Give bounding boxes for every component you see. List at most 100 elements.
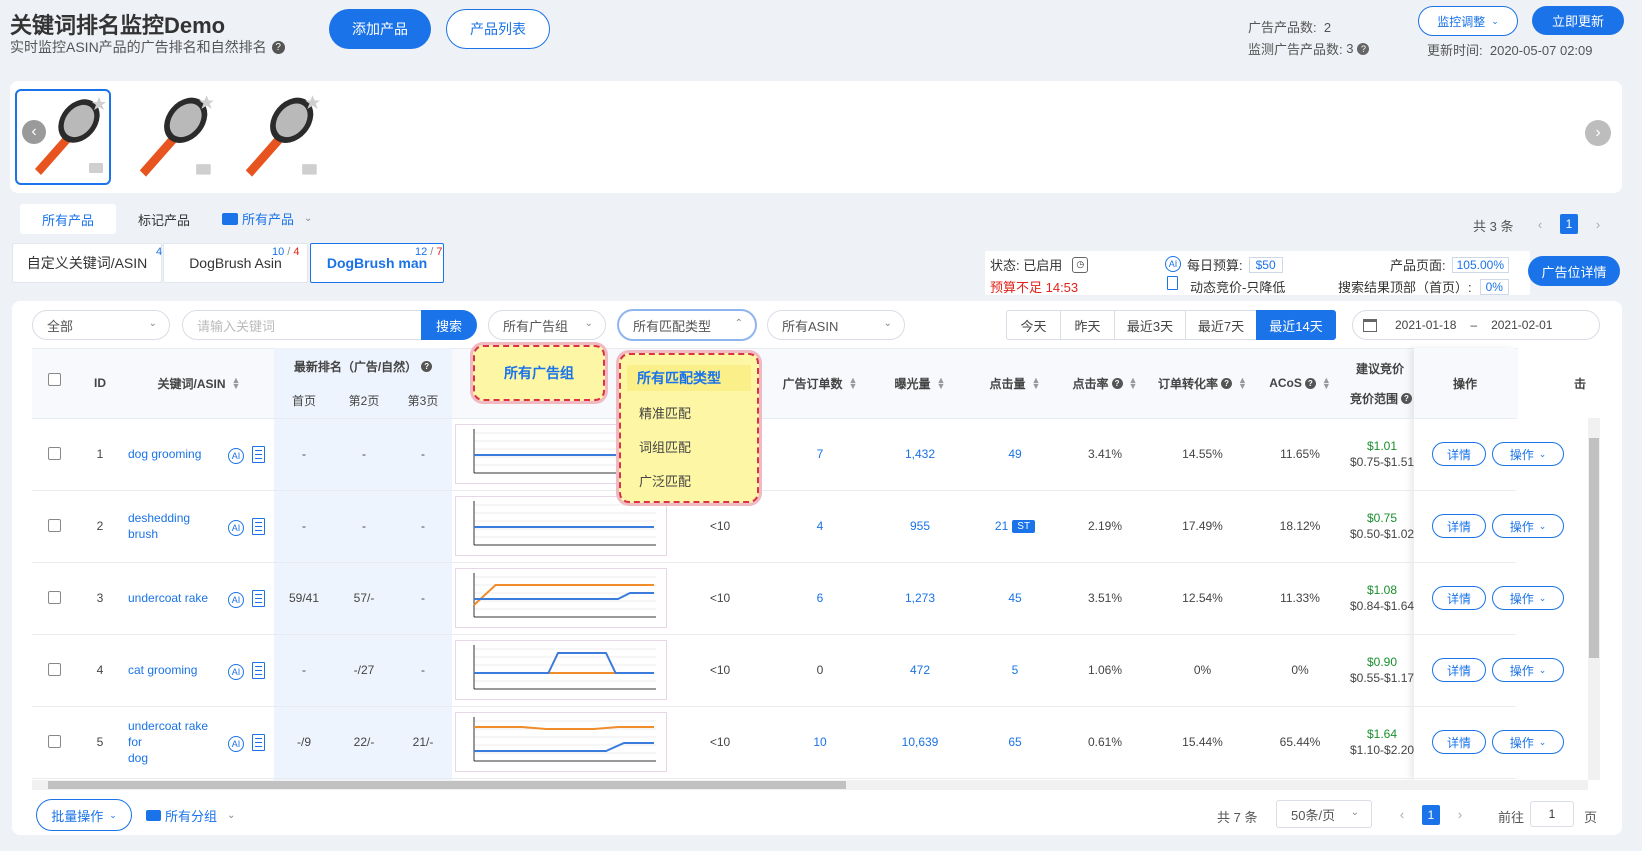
operate-dropdown[interactable]: 操作 ⌄ (1492, 586, 1564, 610)
date-last-7-days[interactable]: 最近7天 (1185, 310, 1257, 340)
header-impressions[interactable]: 曝光量 ▲ ▼ (870, 348, 970, 418)
sort-icon[interactable]: ▲ ▼ (1238, 376, 1247, 391)
detail-button[interactable]: 详情 (1432, 730, 1486, 754)
detail-button[interactable]: 详情 (1432, 658, 1486, 682)
header-cvr[interactable]: 订单转化率 ? ▲ ▼ (1150, 348, 1255, 418)
help-icon[interactable]: ? (1111, 377, 1123, 389)
document-icon[interactable] (252, 518, 265, 535)
impressions-value[interactable]: 1,432 (870, 418, 970, 490)
ad-placement-detail-button[interactable]: 广告位详情 (1528, 256, 1620, 286)
rank-trend-chart[interactable] (455, 496, 667, 556)
keyword-link[interactable]: deshedding brush (128, 490, 224, 562)
match-option-all[interactable]: 所有匹配类型 (627, 365, 751, 391)
clicks-value[interactable]: 45 (970, 562, 1060, 634)
help-icon[interactable]: ? (421, 360, 433, 372)
select-all-checkbox[interactable] (48, 373, 61, 386)
row-checkbox[interactable] (48, 519, 61, 532)
help-icon[interactable]: ? (1357, 42, 1370, 55)
tab-custom-keyword[interactable]: 自定义关键词/ASIN (12, 243, 162, 283)
pager-next-icon[interactable]: › (1586, 212, 1610, 236)
asin-select[interactable]: 所有ASIN ⌄ (767, 310, 905, 340)
operate-dropdown[interactable]: 操作 ⌄ (1492, 730, 1564, 754)
ai-icon[interactable]: AI (228, 520, 244, 536)
orders-value[interactable]: 10 (770, 706, 870, 778)
add-product-button[interactable]: 添加产品 (329, 9, 431, 49)
operate-dropdown[interactable]: 操作 ⌄ (1492, 514, 1564, 538)
document-icon[interactable] (252, 590, 265, 607)
match-option-broad[interactable]: 广泛匹配 (639, 471, 691, 490)
sort-icon[interactable]: ▲ ▼ (1129, 376, 1138, 391)
orders-value[interactable]: 0 (770, 634, 870, 706)
orders-value[interactable]: 7 (770, 418, 870, 490)
help-icon[interactable]: ? (1304, 377, 1316, 389)
goto-page-input[interactable]: 1 (1530, 801, 1574, 827)
date-picker[interactable]: 2021-01-18 – 2021-02-01 (1352, 310, 1600, 340)
batch-operation-dropdown[interactable]: 批量操作 ⌄ (36, 799, 132, 831)
tab-marked-products[interactable]: 标记产品 (118, 204, 210, 234)
help-icon[interactable]: ? (1401, 392, 1412, 404)
date-last-3-days[interactable]: 最近3天 (1114, 310, 1186, 340)
detail-button[interactable]: 详情 (1432, 442, 1486, 466)
ai-icon[interactable]: AI (228, 736, 244, 752)
sort-icon[interactable]: ▲ ▼ (1032, 376, 1041, 391)
keyword-link[interactable]: cat grooming (128, 634, 224, 706)
clicks-value[interactable]: 5 (970, 634, 1060, 706)
update-now-button[interactable]: 立即更新 (1532, 6, 1624, 35)
carousel-prev-icon[interactable]: ‹ (22, 120, 46, 144)
date-today[interactable]: 今天 (1006, 310, 1061, 340)
detail-button[interactable]: 详情 (1432, 514, 1486, 538)
pager-current-page[interactable]: 1 (1422, 805, 1440, 825)
header-clicks[interactable]: 点击量 ▲ ▼ (970, 348, 1060, 418)
header-acos[interactable]: ACoS ? ▲ ▼ (1255, 348, 1345, 418)
clicks-value[interactable]: 21 ST (970, 490, 1060, 562)
date-last-14-days[interactable]: 最近14天 (1256, 310, 1336, 340)
detail-button[interactable]: 详情 (1432, 586, 1486, 610)
header-ctr[interactable]: 点击率 ? ▲ ▼ (1060, 348, 1150, 418)
folder-dropdown[interactable]: 所有产品 ⌄ (222, 209, 312, 228)
impressions-value[interactable]: 10,639 (870, 706, 970, 778)
sort-icon[interactable]: ▲ ▼ (849, 376, 858, 391)
rank-trend-chart[interactable] (455, 712, 667, 772)
document-icon[interactable] (252, 446, 265, 463)
help-icon[interactable]: ? (1221, 377, 1233, 389)
clicks-value[interactable]: 49 (970, 418, 1060, 490)
sort-icon[interactable]: ▲ ▼ (937, 376, 946, 391)
row-checkbox[interactable] (48, 447, 61, 460)
row-checkbox[interactable] (48, 663, 61, 676)
help-icon[interactable]: ? (271, 40, 285, 54)
keyword-search-input[interactable]: 请输入关键词 (182, 310, 422, 340)
pager-page[interactable]: 1 (1560, 214, 1578, 234)
sort-icon[interactable]: ▲ ▼ (232, 376, 241, 391)
ai-icon[interactable]: AI (228, 448, 244, 464)
rank-trend-chart[interactable] (455, 640, 667, 700)
operate-dropdown[interactable]: 操作 ⌄ (1492, 442, 1564, 466)
ai-icon[interactable]: AI (228, 664, 244, 680)
horizontal-scrollbar-thumb[interactable] (48, 781, 846, 789)
pager-prev-icon[interactable]: ‹ (1392, 803, 1412, 825)
row-checkbox[interactable] (48, 735, 61, 748)
orders-value[interactable]: 6 (770, 562, 870, 634)
document-icon[interactable] (252, 734, 265, 751)
header-orders[interactable]: 广告订单数 ▲ ▼ (770, 348, 870, 418)
operate-dropdown[interactable]: 操作 ⌄ (1492, 658, 1564, 682)
row-checkbox[interactable] (48, 591, 61, 604)
tab-all-products[interactable]: 所有产品 (20, 204, 116, 234)
impressions-value[interactable]: 955 (870, 490, 970, 562)
header-keyword[interactable]: 关键词/ASIN ▲ ▼ (124, 348, 274, 418)
rank-trend-chart[interactable] (455, 568, 667, 628)
impressions-value[interactable]: 472 (870, 634, 970, 706)
ad-group-select[interactable]: 所有广告组 ⌄ (488, 310, 606, 340)
daily-budget-value[interactable]: $50 (1248, 256, 1283, 273)
orders-value[interactable]: 4 (770, 490, 870, 562)
product-thumb-2[interactable] (121, 89, 217, 185)
pager-prev-icon[interactable]: ‹ (1528, 212, 1552, 236)
sort-icon[interactable]: ▲ ▼ (1322, 376, 1331, 391)
vertical-scrollbar-thumb[interactable] (1589, 438, 1599, 658)
status-select[interactable]: 全部 ⌄ (32, 310, 170, 340)
search-top-value[interactable]: 0% (1479, 278, 1509, 295)
date-yesterday[interactable]: 昨天 (1060, 310, 1115, 340)
clock-icon[interactable]: ◷ (1072, 256, 1089, 273)
page-size-select[interactable]: 50条/页 ⌄ (1276, 800, 1372, 828)
keyword-link[interactable]: undercoat rake for dog (128, 706, 224, 778)
product-list-button[interactable]: 产品列表 (446, 9, 550, 49)
